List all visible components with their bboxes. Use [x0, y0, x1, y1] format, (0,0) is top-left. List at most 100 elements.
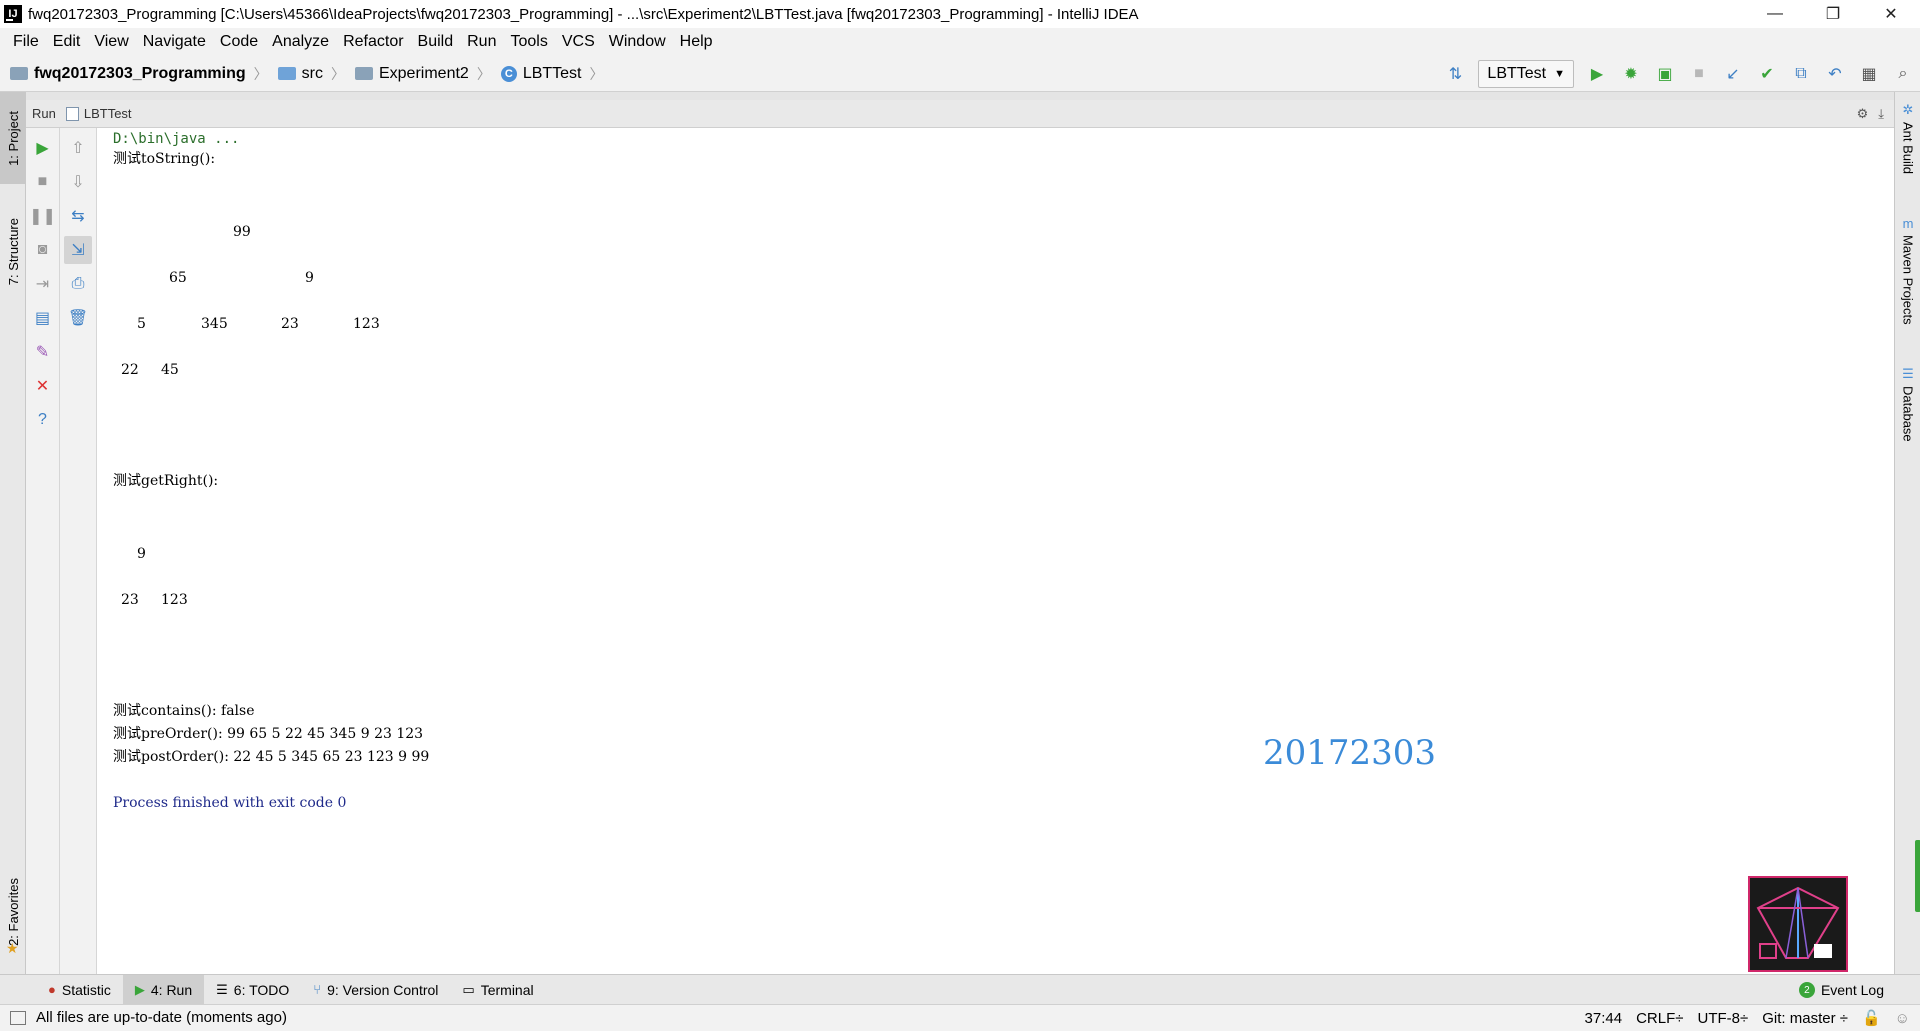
- dump-threads-icon[interactable]: ◙: [29, 236, 57, 264]
- tab-ant-build[interactable]: ✲ Ant Build: [1895, 102, 1920, 174]
- menu-edit[interactable]: Edit: [46, 33, 88, 51]
- run-icon[interactable]: ▶: [1580, 57, 1614, 91]
- exit-icon[interactable]: ⇥: [29, 270, 57, 298]
- tab-run[interactable]: ▶ 4: Run: [122, 974, 205, 1005]
- pin-icon[interactable]: ✎: [29, 338, 57, 366]
- tool-windows-icon[interactable]: [10, 1010, 26, 1025]
- menu-view[interactable]: View: [87, 33, 135, 51]
- database-icon: ☰: [1902, 366, 1914, 381]
- arrow-up-icon[interactable]: ⇧: [64, 134, 92, 162]
- run-config-select[interactable]: LBTTest ▼: [1478, 60, 1574, 88]
- class-icon: C: [500, 65, 517, 82]
- run-config-icon: [65, 106, 79, 121]
- lock-icon[interactable]: 🔓: [1862, 1009, 1881, 1027]
- version-control-icon: ⑂: [313, 982, 322, 997]
- run-panel-config[interactable]: LBTTest: [84, 106, 132, 121]
- memory-indicator[interactable]: [1915, 840, 1920, 912]
- pause-icon[interactable]: ❚❚: [29, 202, 57, 230]
- file-encoding[interactable]: UTF-8÷: [1698, 1010, 1749, 1027]
- menu-vcs[interactable]: VCS: [555, 33, 602, 51]
- tab-structure[interactable]: 7: Structure: [0, 202, 26, 302]
- arrow-down-icon[interactable]: ⇩: [64, 168, 92, 196]
- tab-version-control[interactable]: ⑂ 9: Version Control: [301, 975, 450, 1005]
- floating-logo-widget[interactable]: [1748, 876, 1848, 972]
- tree-node: 23: [281, 316, 299, 332]
- bottom-tool-bar: ● Statistic ▶ 4: Run ☰ 6: TODO ⑂ 9: Vers…: [0, 974, 1920, 1005]
- menu-run[interactable]: Run: [460, 33, 503, 51]
- caret-position[interactable]: 37:44: [1585, 1010, 1623, 1027]
- main-toolbar: ⇅ LBTTest ▼ ▶ ✹ ▣ ■ ↙ ✔ ⧉ ↶ ▦ ⌕: [1438, 56, 1920, 92]
- scroll-to-end-icon[interactable]: ⇲: [64, 236, 92, 264]
- tab-favorites-label: 2: Favorites: [5, 878, 21, 946]
- debug-icon[interactable]: ✹: [1614, 57, 1648, 91]
- soft-wrap-icon[interactable]: ⇆: [64, 202, 92, 230]
- console-output[interactable]: D:\bin\java ... 测试toString(): 99 65 9 5 …: [97, 128, 1894, 974]
- menu-window[interactable]: Window: [602, 33, 673, 51]
- trash-icon[interactable]: 🗑: [64, 304, 92, 332]
- menu-navigate[interactable]: Navigate: [136, 33, 213, 51]
- compare-icon[interactable]: ⧉: [1784, 57, 1818, 91]
- menu-refactor[interactable]: Refactor: [336, 33, 410, 51]
- breadcrumb-src[interactable]: src 〉: [277, 64, 345, 84]
- hide-icon[interactable]: ⤓: [1878, 106, 1884, 122]
- line-separator[interactable]: CRLF÷: [1636, 1010, 1683, 1027]
- search-icon[interactable]: ⌕: [1886, 57, 1920, 91]
- gear-icon[interactable]: ⚙: [1857, 106, 1869, 122]
- tab-statistic[interactable]: ● Statistic: [36, 975, 123, 1005]
- layout-icon[interactable]: ▤: [29, 304, 57, 332]
- todo-icon: ☰: [216, 981, 228, 997]
- git-branch[interactable]: Git: master ÷: [1762, 1010, 1848, 1027]
- window-controls: — ❐ ✕: [1746, 0, 1920, 28]
- tab-todo-label: 6: TODO: [233, 981, 290, 998]
- menu-help[interactable]: Help: [673, 33, 720, 51]
- run-toolbar-primary: ▶ ■ ❚❚ ◙ ⇥ ▤ ✎ ✕ ?: [26, 128, 60, 974]
- console-contains-line: 测试contains(): false: [113, 703, 255, 719]
- print-icon[interactable]: ⎙: [64, 270, 92, 298]
- tab-database[interactable]: ☰ Database: [1895, 366, 1920, 442]
- revert-icon[interactable]: ↶: [1818, 57, 1852, 91]
- tree-node: 99: [233, 224, 251, 240]
- tab-maven-projects[interactable]: m Maven Projects: [1895, 216, 1920, 325]
- tab-run-label: 4: Run: [150, 981, 193, 998]
- tab-project[interactable]: 1: Project: [0, 92, 26, 184]
- menu-bar: File Edit View Navigate Code Analyze Ref…: [0, 28, 1920, 56]
- intellij-logo-icon: IJ: [4, 5, 22, 23]
- breadcrumb-package[interactable]: Experiment2 〉: [354, 64, 491, 84]
- tab-terminal[interactable]: ▭ Terminal: [450, 975, 545, 1005]
- menu-code[interactable]: Code: [213, 33, 265, 51]
- coverage-icon[interactable]: ▣: [1648, 57, 1682, 91]
- stop-icon[interactable]: ■: [29, 168, 57, 196]
- chevron-right-icon: 〉: [476, 65, 491, 82]
- menu-build[interactable]: Build: [411, 33, 461, 51]
- tab-version-control-label: 9: Version Control: [327, 981, 439, 998]
- statistic-icon: ●: [48, 982, 56, 997]
- status-message: All files are up-to-date (moments ago): [36, 1009, 287, 1026]
- stop-icon[interactable]: ■: [1682, 57, 1716, 91]
- inspector-icon[interactable]: ☺: [1895, 1010, 1910, 1027]
- vcs-commit-icon[interactable]: ✔: [1750, 57, 1784, 91]
- tree-node: 23: [121, 592, 139, 608]
- tab-todo[interactable]: ☰ 6: TODO: [204, 975, 301, 1005]
- left-tool-stripe: 1: Project 7: Structure 2: Favorites ★: [0, 92, 26, 974]
- menu-analyze[interactable]: Analyze: [265, 33, 336, 51]
- rerun-icon[interactable]: ▶: [29, 134, 57, 162]
- tab-event-log[interactable]: 2 Event Log: [1798, 975, 1884, 1005]
- restore-button[interactable]: ❐: [1804, 0, 1862, 28]
- breadcrumb-package-label: Experiment2: [378, 64, 469, 82]
- close-icon[interactable]: ✕: [29, 372, 57, 400]
- menu-tools[interactable]: Tools: [503, 33, 554, 51]
- breadcrumb-project[interactable]: fwq20172303_Programming 〉: [10, 64, 268, 84]
- terminal-icon: ▭: [462, 981, 475, 997]
- vcs-update-icon[interactable]: ↙: [1716, 57, 1750, 91]
- help-icon[interactable]: ?: [29, 406, 57, 434]
- console-postorder-line: 测试postOrder(): 22 45 5 345 65 23 123 9 9…: [113, 749, 430, 765]
- build-icon[interactable]: ⇅: [1438, 57, 1472, 91]
- menu-file[interactable]: File: [6, 33, 46, 51]
- breadcrumb-class[interactable]: C LBTTest 〉: [500, 64, 604, 84]
- minimize-button[interactable]: —: [1746, 0, 1804, 28]
- folder-icon: [277, 67, 296, 80]
- close-button[interactable]: ✕: [1862, 0, 1920, 28]
- project-structure-icon[interactable]: ▦: [1852, 57, 1886, 91]
- run-config-label: LBTTest: [1487, 65, 1547, 82]
- project-folder-icon: [10, 67, 28, 80]
